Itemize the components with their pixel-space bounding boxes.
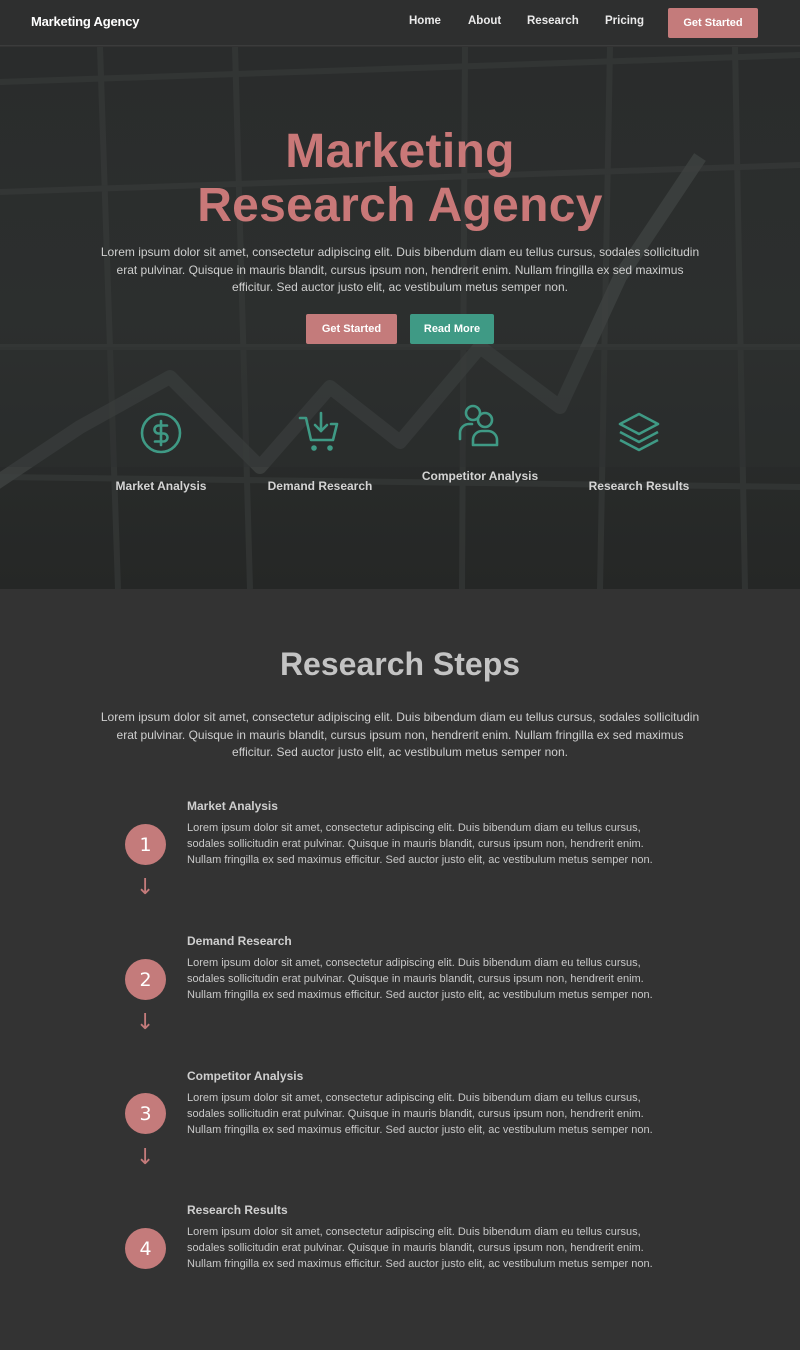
hero-title: Marketing Research Agency [0,125,800,233]
feature-label: Competitor Analysis [421,469,539,483]
step-number-badge: 1 [125,824,166,865]
feature-research-results: Research Results [559,410,719,494]
step-description: Lorem ipsum dolor sit amet, consectetur … [187,1092,653,1136]
step-item: 1 ↓ Market Analysis Lorem ipsum dolor si… [0,799,800,919]
research-steps-title: Research Steps [279,646,521,682]
feature-label: Market Analysis [115,479,207,493]
step-description: Lorem ipsum dolor sit amet, consectetur … [187,1226,653,1270]
step-description: Lorem ipsum dolor sit amet, consectetur … [187,957,653,1001]
research-steps-description: Lorem ipsum dolor sit amet, consectetur … [100,710,700,759]
step-number-badge: 2 [125,959,166,1000]
step-item: 4 Research Results Lorem ipsum dolor sit… [0,1203,800,1323]
arrow-down-icon: ↓ [136,1145,155,1170]
step-title: Demand Research [187,934,292,948]
hero-description: Lorem ipsum dolor sit amet, consectetur … [100,245,700,294]
nav-link-pricing[interactable]: Pricing [605,15,644,27]
arrow-down-icon: ↓ [136,875,155,900]
step-number-badge: 3 [125,1093,166,1134]
step-description: Lorem ipsum dolor sit amet, consectetur … [187,822,653,866]
users-icon [458,404,499,447]
layers-icon [618,412,660,452]
step-title: Market Analysis [187,799,278,813]
hero-title-line2: Research Agency [197,179,603,232]
nav-link-home[interactable]: Home [409,15,441,27]
step-title: Research Results [187,1203,288,1217]
step-item: 2 ↓ Demand Research Lorem ipsum dolor si… [0,934,800,1054]
hero-read-more-button[interactable]: Read More [410,314,494,344]
hero-section: Marketing Research Agency Lorem ipsum do… [0,47,800,589]
feature-label: Research Results [588,479,690,493]
hero-title-line1: Marketing [285,125,515,178]
feature-label: Demand Research [267,479,373,493]
nav-get-started-button[interactable]: Get Started [668,8,758,38]
dollar-circle-icon [140,412,182,454]
feature-market-analysis: Market Analysis [81,410,241,494]
top-navbar: Marketing Agency Home About Research Pri… [0,0,800,46]
nav-link-about[interactable]: About [468,15,501,27]
arrow-down-icon: ↓ [136,1010,155,1035]
step-title: Competitor Analysis [187,1069,304,1083]
hero-get-started-button[interactable]: Get Started [306,314,397,344]
feature-demand-research: Demand Research [240,410,400,494]
step-item: 3 ↓ Competitor Analysis Lorem ipsum dolo… [0,1069,800,1189]
cart-download-icon [298,411,339,451]
feature-competitor-analysis: Competitor Analysis [400,401,560,484]
nav-link-research[interactable]: Research [527,15,579,27]
step-number-badge: 4 [125,1228,166,1269]
